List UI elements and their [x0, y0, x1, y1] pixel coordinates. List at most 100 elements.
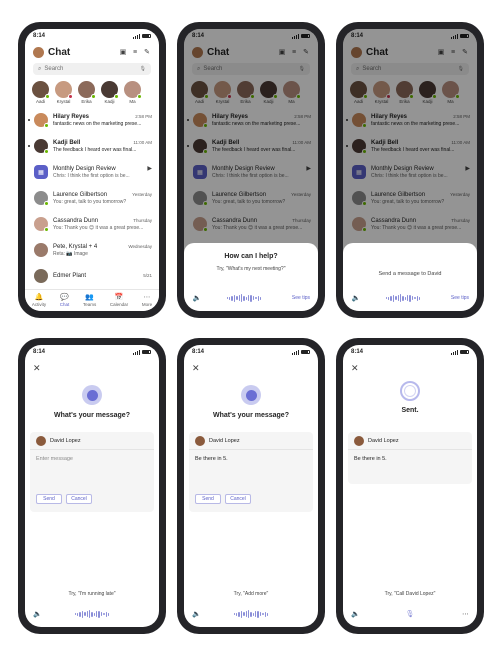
- cortana-orb-icon: [82, 385, 102, 405]
- tab-chat[interactable]: 💬 Chat: [60, 294, 70, 307]
- list-item[interactable]: Kadji Bell 11:00 AM The feedback I heard o…: [25, 133, 159, 159]
- more-icon[interactable]: ⋯: [459, 610, 469, 618]
- tab-more[interactable]: ⋯ More: [142, 294, 152, 307]
- phone-voice-send-to: 8:14 Chat ▣ ≡ ✎ ⌕ Search 🎙 Aadi Krystal Erika Kadji…: [336, 22, 484, 318]
- chat-preview: Reta: 📷 Image: [53, 250, 88, 257]
- phone-compose-empty: 8:14 ✕ What's your message? David Lopez …: [18, 338, 166, 634]
- presence-badge: [68, 94, 73, 99]
- contact-item[interactable]: Krystal: [55, 81, 73, 107]
- chat-name: Hilary Reyes: [53, 113, 90, 120]
- chat-name: Kadji Bell: [53, 139, 81, 146]
- status-bar: 8:14: [184, 345, 318, 359]
- avatar: [101, 81, 119, 99]
- voice-waveform: [385, 294, 421, 302]
- chat-body: Hilary Reyes 2:58 PM fantastic news on the…: [53, 114, 152, 127]
- phone-voice-prompt: 8:14 Chat ▣ ≡ ✎ ⌕ Search 🎙 Aadi Krystal Erika Kadji…: [177, 22, 325, 318]
- avatar[interactable]: [33, 46, 44, 58]
- screen: 8:14 Chat ▣ ≡ ✎ ⌕ Search 🎙 Aadi Krystal Erika Kadji…: [343, 29, 477, 311]
- contact-item[interactable]: Kadji: [101, 81, 119, 107]
- presence-badge: [91, 94, 96, 99]
- chat-body: Kadji Bell 11:00 AM The feedback I heard o…: [53, 140, 152, 153]
- see-tips-link[interactable]: See tips: [445, 295, 469, 301]
- presence-badge: [114, 94, 119, 99]
- speaker-icon[interactable]: 🔈: [33, 610, 43, 618]
- list-item[interactable]: Cassandra Dunn Thursday You: Thank you 😊 i…: [25, 211, 159, 237]
- status-time: 8:14: [33, 33, 46, 39]
- avatar: [36, 435, 46, 446]
- status-icons: [292, 349, 310, 355]
- status-icons: [133, 33, 151, 39]
- chat-time: Yesterday: [132, 191, 152, 197]
- unread-dot: [28, 145, 30, 147]
- speaker-icon[interactable]: 🔈: [192, 294, 202, 302]
- speaker-icon[interactable]: 🔈: [351, 294, 361, 302]
- chat-top: Edmer Plant 5/21: [53, 273, 152, 279]
- tab-label: Activity: [31, 302, 47, 307]
- avatar: [32, 81, 50, 99]
- chat-name: Monthly Design Review: [53, 166, 116, 172]
- contact-item[interactable]: Ma: [124, 81, 142, 107]
- contact-name: Krystal: [56, 99, 71, 104]
- recipient-row: David Lopez: [30, 432, 154, 450]
- voice-prompt-heading: How can I help?: [224, 253, 278, 260]
- cancel-button[interactable]: Cancel: [225, 494, 251, 504]
- tab-calendar[interactable]: 📅 Calendar: [110, 294, 128, 307]
- send-button[interactable]: Send: [195, 494, 221, 504]
- microphone-icon[interactable]: 🎙: [406, 610, 415, 618]
- chat-top: Pete, Krystal + 4 Wednesday: [53, 244, 152, 250]
- avatar: [55, 81, 73, 99]
- contact-item[interactable]: Aadi: [32, 81, 50, 107]
- status-bar: 8:14: [25, 345, 159, 359]
- sent-card: David Lopez Be there in 5.: [348, 432, 472, 484]
- message-input[interactable]: Be there in 5.: [189, 450, 313, 468]
- list-item[interactable]: Pete, Krystal + 4 Wednesday Reta: 📷 Image: [25, 237, 159, 263]
- message-input[interactable]: Enter message: [30, 450, 154, 468]
- chat-body: Cassandra Dunn Thursday You: Thank you 😊 i…: [53, 218, 152, 231]
- voice-waveform: [233, 610, 269, 618]
- status-time: 8:14: [351, 349, 364, 355]
- contact-item[interactable]: Erika: [78, 81, 96, 107]
- cancel-button[interactable]: Cancel: [66, 494, 92, 504]
- presence-badge: [137, 94, 142, 99]
- new-chat-icon[interactable]: ✎: [143, 48, 151, 56]
- chat-time: 5/21: [143, 273, 152, 278]
- chat-name: Cassandra Dunn: [53, 217, 99, 224]
- teams-icon: 👥: [85, 294, 94, 301]
- filter-icon[interactable]: ≡: [131, 48, 139, 56]
- compose-card: David Lopez Be there in 5. Send Cancel: [189, 432, 313, 512]
- list-item[interactable]: Edmer Plant 5/21: [25, 263, 159, 289]
- avatar: [34, 217, 49, 232]
- tab-label: More: [141, 302, 153, 307]
- chat-preview: You: Thank you 😊 it was a great prese...: [53, 224, 144, 231]
- recipient-name: David Lopez: [209, 437, 240, 444]
- presence-badge: [44, 149, 49, 154]
- tab-label: Teams: [82, 302, 97, 307]
- avatar: [354, 435, 364, 446]
- close-icon[interactable]: ✕: [351, 363, 359, 374]
- chat-preview: fantastic news on the marketing prese...: [53, 120, 142, 127]
- chat-name: Edmer Plant: [53, 273, 87, 279]
- voice-controls: 🔈 🎙 ⋯: [351, 609, 469, 619]
- list-item[interactable]: Hilary Reyes 2:58 PM fantastic news on the…: [25, 107, 159, 133]
- search-input[interactable]: ⌕ Search 🎙: [33, 63, 151, 75]
- tab-teams[interactable]: 👥 Teams: [83, 294, 96, 307]
- speaker-icon[interactable]: 🔈: [351, 610, 361, 618]
- send-button[interactable]: Send: [36, 494, 62, 504]
- chat-body: Monthly Design Review ▶ Chris: I think the…: [53, 165, 152, 179]
- tab-activity[interactable]: 🔔 Activity: [32, 294, 46, 307]
- chat-time: 2:58 PM: [135, 113, 152, 119]
- chat-top: Cassandra Dunn Thursday: [53, 218, 152, 224]
- list-item[interactable]: Laurence Gilbertson Yesterday You: great, …: [25, 185, 159, 211]
- cortana-orb-icon: [400, 381, 420, 401]
- voice-controls: 🔈: [192, 609, 310, 619]
- close-icon[interactable]: ✕: [192, 363, 200, 374]
- microphone-icon[interactable]: 🎙: [140, 66, 146, 72]
- speaker-icon[interactable]: 🔈: [192, 610, 202, 618]
- see-tips-link[interactable]: See tips: [286, 295, 310, 301]
- video-call-icon[interactable]: ▣: [119, 48, 127, 56]
- list-item[interactable]: ▦ Monthly Design Review ▶ Chris: I think th…: [25, 159, 159, 185]
- chat-preview: You: great, talk to you tomorrow?: [53, 198, 127, 205]
- avatar: [34, 191, 49, 206]
- sent-message: Be there in 5.: [354, 456, 387, 462]
- close-icon[interactable]: ✕: [33, 363, 41, 374]
